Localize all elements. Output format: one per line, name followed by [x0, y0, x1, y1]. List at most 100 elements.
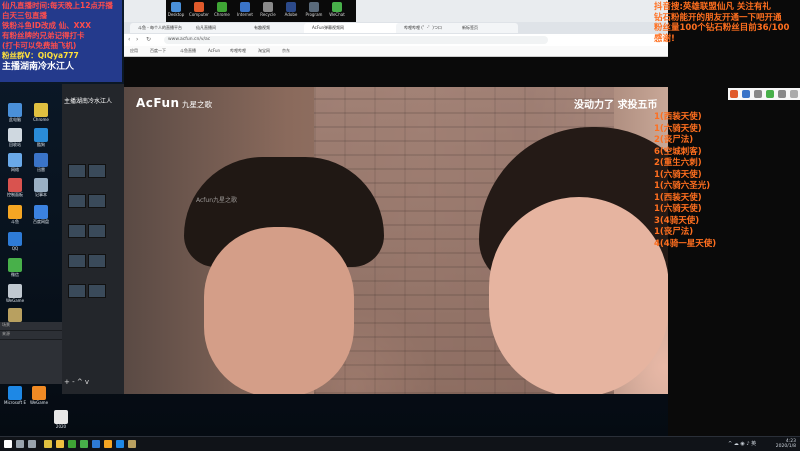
computer-icon: [8, 103, 22, 117]
list-item: 1(丧尸法): [654, 227, 694, 237]
scene-thumbnail[interactable]: [88, 164, 106, 178]
tab-video[interactable]: 有趣视频: [246, 23, 310, 33]
computer-icon: [194, 2, 204, 12]
launcher-desktop[interactable]: Desktop: [166, 2, 186, 17]
desktop-icon-douyu[interactable]: 斗鱼: [4, 205, 26, 224]
right-toolbar: [728, 88, 800, 100]
kugou-icon: [34, 128, 48, 142]
internet-icon: [240, 2, 250, 12]
list-item: 1(六骑天使): [654, 169, 702, 180]
folder-icon[interactable]: [56, 440, 64, 448]
launcher-computer[interactable]: Computer: [189, 2, 209, 17]
desktop-icon-file[interactable]: 2020: [50, 410, 72, 429]
lol-icon[interactable]: [128, 440, 136, 448]
launcher-wechat[interactable]: WeChat: [327, 2, 347, 17]
system-tray[interactable]: ^ ☁ ◉ ♪ 英: [728, 440, 756, 447]
qq-icon[interactable]: [92, 440, 100, 448]
tab-stream[interactable]: 仙凡直播间: [188, 23, 252, 33]
scene-thumbnail[interactable]: [68, 254, 86, 268]
desktop-icon-wechat[interactable]: 微信: [4, 258, 26, 277]
address-bar: ‹ › ↻ www.acfun.cn/v/ac: [124, 34, 668, 46]
desktop-icon-edge[interactable]: Microsoft Edge: [4, 386, 26, 405]
bookmark-acfun[interactable]: AcFun: [208, 47, 220, 55]
scene-thumbnail[interactable]: [88, 284, 106, 298]
scene-thumbnail[interactable]: [88, 224, 106, 238]
desktop-icon-this-pc[interactable]: 此电脑: [4, 103, 26, 122]
bookmark-taobao[interactable]: 淘宝网: [258, 47, 270, 55]
overlay-line-schedule: 仙凡直播时间:每天晚上12点开播: [2, 1, 113, 10]
notepad-icon: [34, 178, 48, 192]
program-icon: [309, 2, 319, 12]
desktop-icon-network[interactable]: 网络: [4, 153, 26, 172]
chrome-icon[interactable]: [44, 440, 52, 448]
obs-icon[interactable]: [68, 440, 76, 448]
video-caption: 没动力了 求投五币: [574, 100, 658, 111]
search-icon[interactable]: [16, 440, 24, 448]
app-icon[interactable]: [790, 90, 798, 98]
launcher-adobe[interactable]: Adobe: [281, 2, 301, 17]
app-icon[interactable]: [778, 90, 786, 98]
person-left-face: [204, 227, 354, 394]
recycle-bin-icon: [263, 2, 273, 12]
obs-controls[interactable]: + - ^ v: [64, 378, 89, 386]
launcher-program[interactable]: Program: [304, 2, 324, 17]
bookmark-bilibili[interactable]: 哔哩哔哩: [230, 47, 246, 55]
refresh-icon[interactable]: ↻: [146, 36, 151, 43]
wechat-icon[interactable]: [80, 440, 88, 448]
wegame-icon: [8, 284, 22, 298]
person-right-face: [489, 197, 669, 394]
douyu-icon: [8, 205, 22, 219]
windows-taskbar: ^ ☁ ◉ ♪ 英 4:23 2020/1/8: [0, 436, 800, 451]
list-item: 1(六骑天使): [654, 204, 702, 214]
video-player[interactable]: AcFun 九星之歌 Acfun九星之歌 没动力了 求投五币: [124, 87, 669, 394]
app-icon[interactable]: [754, 90, 762, 98]
app-icon[interactable]: [742, 90, 750, 98]
desktop-icon-recycle[interactable]: 回收站: [4, 128, 26, 147]
forward-icon[interactable]: ›: [136, 36, 138, 43]
launcher-recycle[interactable]: Recycle: [258, 2, 278, 17]
edge-icon[interactable]: [116, 440, 124, 448]
start-icon[interactable]: [4, 440, 12, 448]
scene-thumbnail[interactable]: [68, 164, 86, 178]
scene-thumbnail[interactable]: [68, 224, 86, 238]
wechat-icon: [8, 258, 22, 272]
desktop-icon-wegame-2[interactable]: WeGame: [28, 386, 50, 405]
tab-bilibili[interactable]: 哔哩哔哩 (゜-゜)つロ: [396, 23, 460, 33]
stream-overlay-info: 仙凡直播时间:每天晚上12点开播 白天三包直播 铁粉斗鱼ID改成 仙、XXX 有…: [0, 0, 122, 82]
url-input[interactable]: www.acfun.cn/v/ac: [164, 36, 548, 44]
task-view-icon[interactable]: [28, 440, 36, 448]
desktop-icon-baidu[interactable]: 百度网盘: [30, 205, 52, 224]
back-icon[interactable]: ‹: [128, 36, 130, 43]
desktop-icon-kugou[interactable]: 酷狗: [30, 128, 52, 147]
bookmark-baidu[interactable]: 百度一下: [150, 47, 166, 55]
bookmark-apps[interactable]: 应用: [130, 47, 138, 55]
scene-thumbnail[interactable]: [88, 194, 106, 208]
overlay-line-fan-group: 粉丝群V：QiQya777: [2, 51, 79, 60]
desktop-icon-control-panel[interactable]: 控制面板: [4, 178, 26, 197]
list-item: 2(丧尸法): [654, 135, 694, 145]
desktop-icon-qq[interactable]: QQ: [4, 232, 26, 251]
launcher-chrome[interactable]: Chrome: [212, 2, 232, 17]
tab-acfun[interactable]: AcFun弹幕视频网: [304, 23, 402, 33]
tab-douyu[interactable]: 斗鱼 - 每个人的直播平台: [130, 23, 194, 33]
scene-thumbnail[interactable]: [88, 254, 106, 268]
douyu-icon[interactable]: [104, 440, 112, 448]
obs-title: 主播湖南冷水江人: [64, 98, 113, 105]
bookmark-douyu[interactable]: 斗鱼直播: [180, 47, 196, 55]
desktop-icon-notepad[interactable]: 记事本: [30, 178, 52, 197]
clock[interactable]: 4:23 2020/1/8: [776, 439, 796, 449]
bookmark-jd[interactable]: 京东: [282, 47, 290, 55]
desktop-icon-chrome[interactable]: Chrome: [30, 103, 52, 122]
desktop-icon-wegame[interactable]: WeGame: [4, 284, 26, 303]
scene-thumbnail[interactable]: [68, 194, 86, 208]
top-launcher: Desktop Computer Chrome Internet Recycle…: [166, 0, 356, 22]
scene-thumbnail[interactable]: [68, 284, 86, 298]
launcher-internet[interactable]: Internet: [235, 2, 255, 17]
desktop-icon-xunlei[interactable]: 迅雷: [30, 153, 52, 172]
list-item: 1(六骑六圣光): [654, 181, 711, 191]
app-icon[interactable]: [730, 90, 738, 98]
obs-window[interactable]: 主播湖南冷水江人: [62, 84, 125, 394]
tab-new[interactable]: 新标签页: [454, 23, 518, 33]
app-icon[interactable]: [766, 90, 774, 98]
list-item: 3(4骑天使): [654, 215, 700, 226]
